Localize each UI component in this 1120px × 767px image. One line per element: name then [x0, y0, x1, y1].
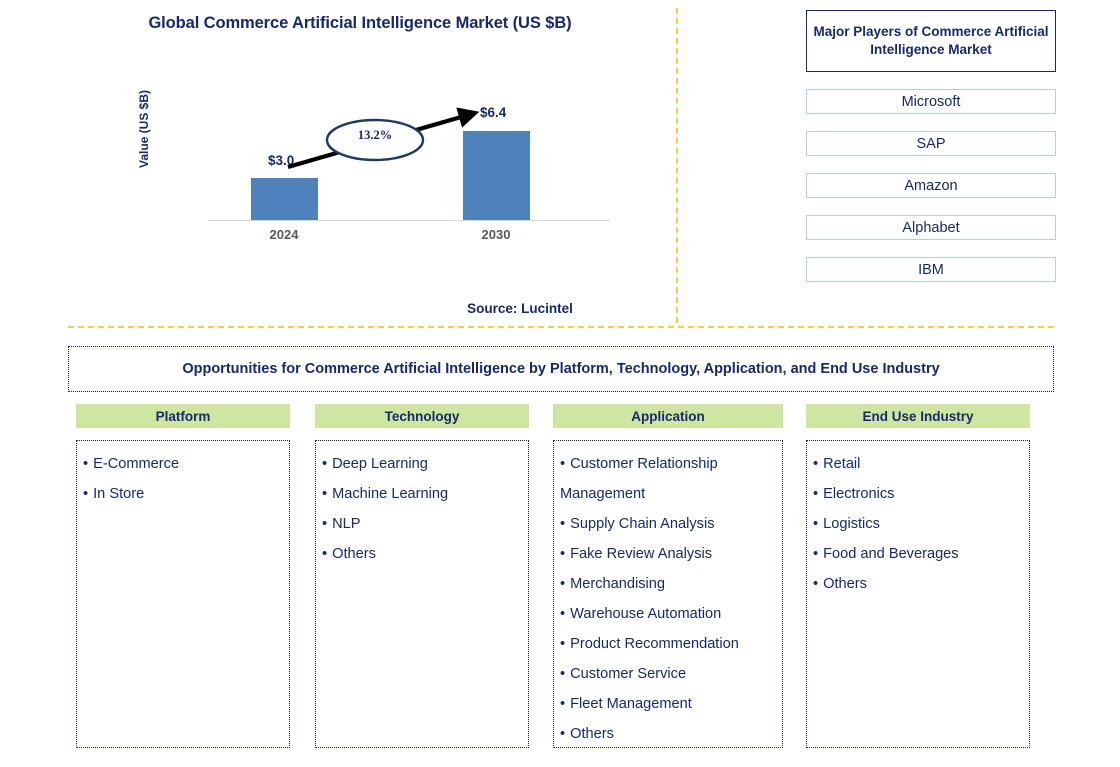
list-item: Others: [813, 569, 1025, 599]
technology-list: Deep Learning Machine Learning NLP Other…: [322, 449, 524, 569]
cagr-growth-arrow-icon: [287, 107, 480, 170]
list-item: Customer Relationship Management: [560, 449, 778, 509]
list-item: Supply Chain Analysis: [560, 509, 778, 539]
infographic-page: Global Commerce Artificial Intelligence …: [0, 0, 1120, 767]
list-item: Fleet Management: [560, 689, 778, 719]
column-body-application: Customer Relationship Management Supply …: [553, 440, 783, 748]
platform-list: E-Commerce In Store: [83, 449, 285, 509]
list-item: Product Recommendation: [560, 629, 778, 659]
player-label: Microsoft: [901, 93, 961, 110]
list-item: E-Commerce: [83, 449, 285, 479]
list-item: Merchandising: [560, 569, 778, 599]
list-item: Machine Learning: [322, 479, 524, 509]
list-item: Fake Review Analysis: [560, 539, 778, 569]
column-header-application: Application: [553, 404, 783, 428]
list-item: NLP: [322, 509, 524, 539]
opportunities-columns: Platform E-Commerce In Store Technology …: [0, 404, 1120, 754]
major-players-panel: Major Players of Commerce Artificial Int…: [806, 10, 1056, 282]
column-platform: Platform E-Commerce In Store: [76, 404, 290, 748]
list-item: Others: [322, 539, 524, 569]
horizontal-divider: [68, 326, 1054, 328]
x-tick-2024: 2024: [269, 227, 299, 242]
player-label: Amazon: [904, 177, 958, 194]
chart-axis-baseline: [208, 220, 610, 221]
chart-title: Global Commerce Artificial Intelligence …: [148, 14, 572, 32]
player-item-sap[interactable]: SAP: [806, 131, 1056, 156]
player-item-alphabet[interactable]: Alphabet: [806, 215, 1056, 240]
list-item: Deep Learning: [322, 449, 524, 479]
bar-2024: [251, 178, 318, 220]
player-item-amazon[interactable]: Amazon: [806, 173, 1056, 198]
column-technology: Technology Deep Learning Machine Learnin…: [315, 404, 529, 748]
end-use-industry-list: Retail Electronics Logistics Food and Be…: [813, 449, 1025, 599]
player-item-ibm[interactable]: IBM: [806, 257, 1056, 282]
column-header-end-use-industry: End Use Industry: [806, 404, 1030, 428]
player-item-microsoft[interactable]: Microsoft: [806, 89, 1056, 114]
opportunities-banner: Opportunities for Commerce Artificial In…: [68, 346, 1054, 392]
chart-y-axis-label: Value (US $B): [137, 89, 151, 169]
column-header-platform: Platform: [76, 404, 290, 428]
major-players-title: Major Players of Commerce Artificial Int…: [806, 10, 1056, 72]
list-item: Electronics: [813, 479, 1025, 509]
list-item: Retail: [813, 449, 1025, 479]
column-body-technology: Deep Learning Machine Learning NLP Other…: [315, 440, 529, 748]
column-body-end-use-industry: Retail Electronics Logistics Food and Be…: [806, 440, 1030, 748]
bar-2030: [463, 131, 530, 220]
column-end-use-industry: End Use Industry Retail Electronics Logi…: [806, 404, 1030, 748]
vertical-divider: [676, 8, 678, 323]
player-label: IBM: [918, 261, 944, 278]
x-tick-2030: 2030: [481, 227, 511, 242]
column-body-platform: E-Commerce In Store: [76, 440, 290, 748]
bar-value-2024: $3.0: [268, 153, 295, 168]
list-item: Food and Beverages: [813, 539, 1025, 569]
column-header-technology: Technology: [315, 404, 529, 428]
list-item: In Store: [83, 479, 285, 509]
bar-chart: Value (US $B) $3.0 $6.4 2024 2030 13.2%: [137, 90, 610, 242]
list-item: Warehouse Automation: [560, 599, 778, 629]
cagr-label: 13.2%: [357, 128, 393, 142]
player-label: Alphabet: [902, 219, 960, 236]
player-label: SAP: [916, 135, 946, 152]
list-item: Logistics: [813, 509, 1025, 539]
source-label: Source: Lucintel: [467, 301, 573, 316]
bar-value-2030: $6.4: [480, 105, 507, 120]
list-item: Customer Service: [560, 659, 778, 689]
list-item: Others: [560, 719, 778, 747]
application-list: Customer Relationship Management Supply …: [560, 449, 778, 747]
column-application: Application Customer Relationship Manage…: [553, 404, 783, 748]
